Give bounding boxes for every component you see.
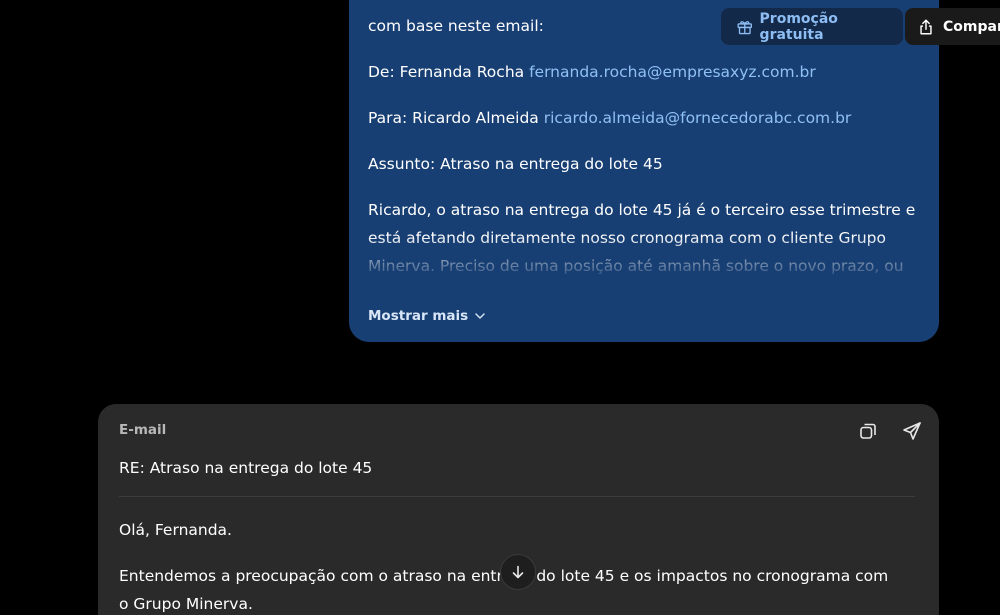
email-card-actions [857, 420, 923, 442]
email-from-line: De: Fernanda Rocha fernanda.rocha@empres… [368, 58, 924, 86]
email-greeting: Olá, Fernanda. [119, 521, 232, 539]
chevron-down-icon [475, 313, 485, 319]
scroll-to-bottom-button[interactable] [500, 554, 536, 590]
free-promotion-label: Promoção gratuita [759, 10, 838, 43]
email-card-divider [119, 496, 915, 497]
copy-button[interactable] [857, 420, 879, 442]
email-card-subject: RE: Atraso na entrega do lote 45 [119, 459, 373, 477]
email-from-label: De: Fernanda Rocha [368, 63, 525, 81]
arrow-down-icon [512, 565, 524, 579]
show-more-button[interactable]: Mostrar mais [368, 308, 486, 324]
copy-icon [860, 423, 876, 439]
gift-icon [737, 20, 753, 34]
email-subject-line: Assunto: Atraso na entrega do lote 45 [368, 155, 663, 173]
email-to-line: Para: Ricardo Almeida ricardo.almeida@fo… [368, 104, 924, 132]
share-label: Compar [943, 18, 1000, 35]
show-more-label: Mostrar mais [368, 308, 469, 324]
send-icon [903, 422, 921, 440]
email-card-label: E-mail [119, 422, 167, 438]
free-promotion-button[interactable]: Promoção gratuita [721, 8, 903, 45]
email-to-label: Para: Ricardo Almeida [368, 109, 539, 127]
email-from-address[interactable]: fernanda.rocha@empresaxyz.com.br [529, 63, 816, 81]
share-button[interactable]: Compar [905, 8, 1000, 45]
send-button[interactable] [901, 420, 923, 442]
share-icon [920, 19, 932, 34]
email-to-address[interactable]: ricardo.almeida@fornecedorabc.com.br [544, 109, 852, 127]
user-message-bubble: com base neste email: De: Fernanda Rocha… [349, 0, 939, 342]
content-fade-overlay [349, 235, 939, 307]
